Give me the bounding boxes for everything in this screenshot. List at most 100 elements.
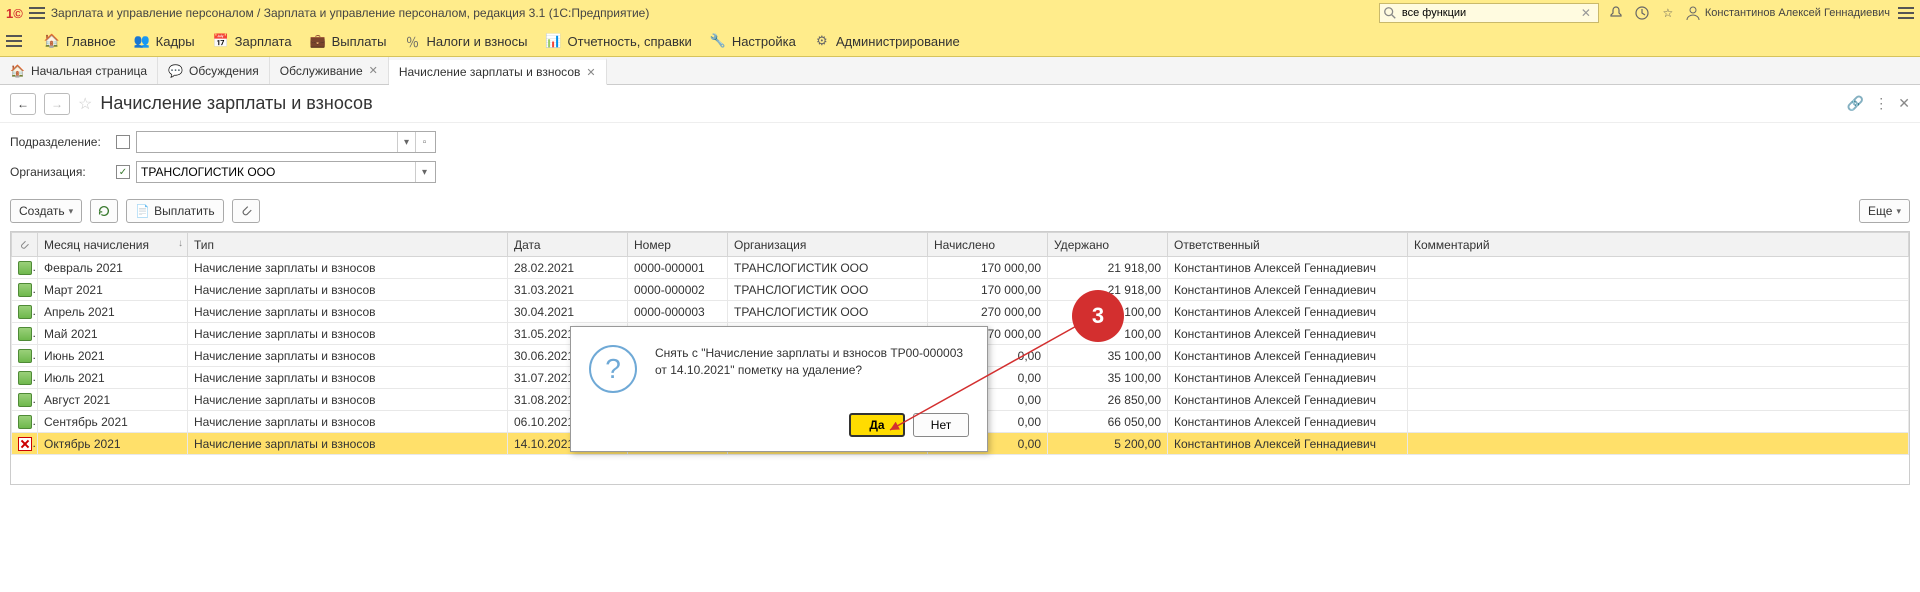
table-header-row: Месяц начисления↓ Тип Дата Номер Организ…: [12, 233, 1909, 257]
subdivision-combo[interactable]: ▾ ▫: [136, 131, 436, 153]
cell-org: ТРАНСЛОГИСТИК ООО: [728, 279, 928, 301]
cell-month: Февраль 2021: [38, 257, 188, 279]
window-title: Зарплата и управление персоналом / Зарпл…: [51, 6, 1373, 20]
org-checkbox[interactable]: ✓: [116, 165, 130, 179]
search-icon: [1383, 6, 1397, 20]
col-withheld[interactable]: Удержано: [1048, 233, 1168, 257]
cell-type: Начисление зарплаты и взносов: [188, 279, 508, 301]
pay-button[interactable]: 📄Выплатить: [126, 199, 223, 223]
org-input[interactable]: [137, 162, 415, 182]
menu-item-5[interactable]: 📊Отчетность, справки: [546, 33, 692, 49]
forward-button[interactable]: →: [44, 93, 70, 115]
chevron-down-icon[interactable]: ▾: [397, 132, 415, 152]
cell-number: 0000-000003: [628, 301, 728, 323]
cell-resp: Константинов Алексей Геннадиевич: [1168, 257, 1408, 279]
table-row[interactable]: Апрель 2021Начисление зарплаты и взносов…: [12, 301, 1909, 323]
col-resp[interactable]: Ответственный: [1168, 233, 1408, 257]
col-month[interactable]: Месяц начисления↓: [38, 233, 188, 257]
tabstrip: 🏠Начальная страница💬ОбсужденияОбслуживан…: [0, 57, 1920, 85]
col-date[interactable]: Дата: [508, 233, 628, 257]
cell-withheld: 35 100,00: [1048, 345, 1168, 367]
tab-2[interactable]: Обслуживание✕: [270, 57, 389, 84]
subdivision-checkbox[interactable]: [116, 135, 130, 149]
attach-button[interactable]: [232, 199, 260, 223]
logo-1c: 1©: [6, 6, 23, 21]
menu-item-2[interactable]: 📅 Зарплата: [213, 33, 292, 49]
cell-org: ТРАНСЛОГИСТИК ООО: [728, 301, 928, 323]
bell-icon[interactable]: [1607, 4, 1625, 22]
col-org[interactable]: Организация: [728, 233, 928, 257]
more-button[interactable]: Еще▾: [1859, 199, 1910, 223]
hamburger-icon[interactable]: [29, 7, 45, 19]
cell-month: Май 2021: [38, 323, 188, 345]
menu-item-0[interactable]: 🏠Главное: [44, 33, 116, 49]
menu-item-7[interactable]: ⚙Администрирование: [814, 33, 960, 49]
tab-3[interactable]: Начисление зарплаты и взносов ✕: [389, 58, 607, 85]
close-icon[interactable]: ✕: [586, 66, 595, 79]
question-icon: ?: [589, 345, 637, 393]
cell-comment: [1408, 411, 1909, 433]
global-search[interactable]: ✕: [1379, 3, 1599, 23]
page-header: ← → ☆ Начисление зарплаты и взносов 🔗 ⋮ …: [0, 85, 1920, 123]
cell-comment: [1408, 323, 1909, 345]
cell-comment: [1408, 257, 1909, 279]
calendar-icon: 📅: [213, 33, 229, 49]
menu-label: Настройка: [732, 34, 796, 49]
search-input[interactable]: [1379, 3, 1599, 23]
cell-org: ТРАНСЛОГИСТИК ООО: [728, 257, 928, 279]
dialog-yes-button[interactable]: Да: [849, 413, 905, 437]
menu-item-6[interactable]: 🔧Настройка: [710, 33, 796, 49]
cell-withheld: 35 100,00: [1048, 367, 1168, 389]
toolbar: Создать▾ 📄Выплатить Еще▾: [0, 195, 1920, 231]
subdivision-input[interactable]: [137, 132, 397, 152]
tab-0[interactable]: 🏠Начальная страница: [0, 57, 158, 84]
table-row[interactable]: Февраль 2021Начисление зарплаты и взносо…: [12, 257, 1909, 279]
menu-label: Налоги и взносы: [426, 34, 527, 49]
link-icon[interactable]: 🔗: [1847, 95, 1864, 112]
subdivision-label: Подразделение:: [10, 135, 110, 149]
menu-item-1[interactable]: 👥Кадры: [134, 33, 195, 49]
kebab-icon[interactable]: ⋮: [1874, 95, 1888, 112]
menu-item-4[interactable]: ％Налоги и взносы: [404, 33, 527, 49]
cell-accrued: 270 000,00: [928, 301, 1048, 323]
cell-withheld: 66 050,00: [1048, 411, 1168, 433]
col-number[interactable]: Номер: [628, 233, 728, 257]
col-accrued[interactable]: Начислено: [928, 233, 1048, 257]
clear-search-icon[interactable]: ✕: [1581, 6, 1595, 20]
cell-withheld: 26 850,00: [1048, 389, 1168, 411]
row-status-icon: [18, 415, 32, 429]
menu-hamburger-icon[interactable]: [6, 35, 22, 47]
close-page-icon[interactable]: ✕: [1898, 95, 1910, 112]
cell-resp: Константинов Алексей Геннадиевич: [1168, 433, 1408, 455]
col-type[interactable]: Тип: [188, 233, 508, 257]
col-comment[interactable]: Комментарий: [1408, 233, 1909, 257]
open-dialog-icon[interactable]: ▫: [415, 132, 433, 152]
right-hamburger-icon[interactable]: [1898, 7, 1914, 19]
menu-item-3[interactable]: 💼Выплаты: [310, 33, 387, 49]
history-icon[interactable]: [1633, 4, 1651, 22]
create-button[interactable]: Создать▾: [10, 199, 82, 223]
chevron-down-icon[interactable]: ▾: [415, 162, 433, 182]
home-icon: 🏠: [10, 64, 25, 78]
table-row[interactable]: Март 2021Начисление зарплаты и взносов31…: [12, 279, 1909, 301]
org-combo[interactable]: ▾: [136, 161, 436, 183]
tab-label: Начисление зарплаты и взносов: [399, 65, 581, 79]
home-icon: 🏠: [44, 33, 60, 49]
star-icon[interactable]: ☆: [1659, 4, 1677, 22]
tab-1[interactable]: 💬Обсуждения: [158, 57, 270, 84]
refresh-button[interactable]: [90, 199, 118, 223]
back-button[interactable]: ←: [10, 93, 36, 115]
close-icon[interactable]: ✕: [369, 64, 378, 77]
report-icon: 📊: [546, 33, 562, 49]
favorite-toggle[interactable]: ☆: [78, 94, 92, 114]
menu-label: Зарплата: [235, 34, 292, 49]
col-attach[interactable]: [12, 233, 38, 257]
dialog-no-button[interactable]: Нет: [913, 413, 969, 437]
user-icon: [1685, 5, 1701, 21]
cell-month: Июль 2021: [38, 367, 188, 389]
cell-type: Начисление зарплаты и взносов: [188, 257, 508, 279]
row-status-icon: [18, 349, 32, 363]
cell-type: Начисление зарплаты и взносов: [188, 389, 508, 411]
dialog-text: Снять с "Начисление зарплаты и взносов Т…: [655, 345, 969, 393]
user-block[interactable]: Константинов Алексей Геннадиевич: [1685, 5, 1890, 21]
